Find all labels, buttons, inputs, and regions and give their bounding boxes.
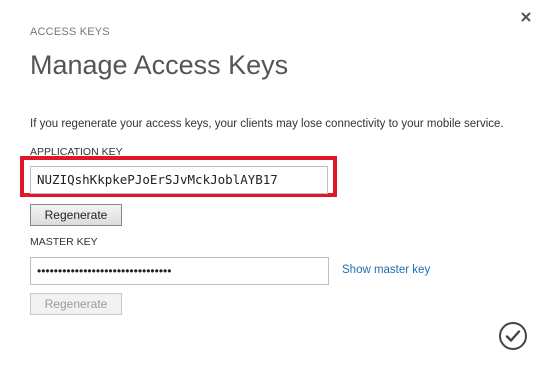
section-label: ACCESS KEYS <box>30 26 110 38</box>
regenerate-application-key-button[interactable]: Regenerate <box>30 204 122 226</box>
show-master-key-link[interactable]: Show master key <box>342 264 430 276</box>
regenerate-master-key-button[interactable]: Regenerate <box>30 293 122 315</box>
master-key-field[interactable]: •••••••••••••••••••••••••••••••• <box>30 257 329 285</box>
info-text: If you regenerate your access keys, your… <box>30 118 504 130</box>
close-button[interactable] <box>519 10 533 24</box>
close-icon <box>521 12 531 22</box>
page-title: Manage Access Keys <box>30 50 289 80</box>
master-key-label: MASTER KEY <box>30 236 98 248</box>
confirm-button[interactable] <box>498 321 528 351</box>
manage-access-keys-dialog: ACCESS KEYS Manage Access Keys If you re… <box>0 0 545 368</box>
application-key-field[interactable]: NUZIQshKkpkePJoErSJvMckJoblAYB17 <box>30 166 328 194</box>
checkmark-circle-icon <box>499 322 527 350</box>
